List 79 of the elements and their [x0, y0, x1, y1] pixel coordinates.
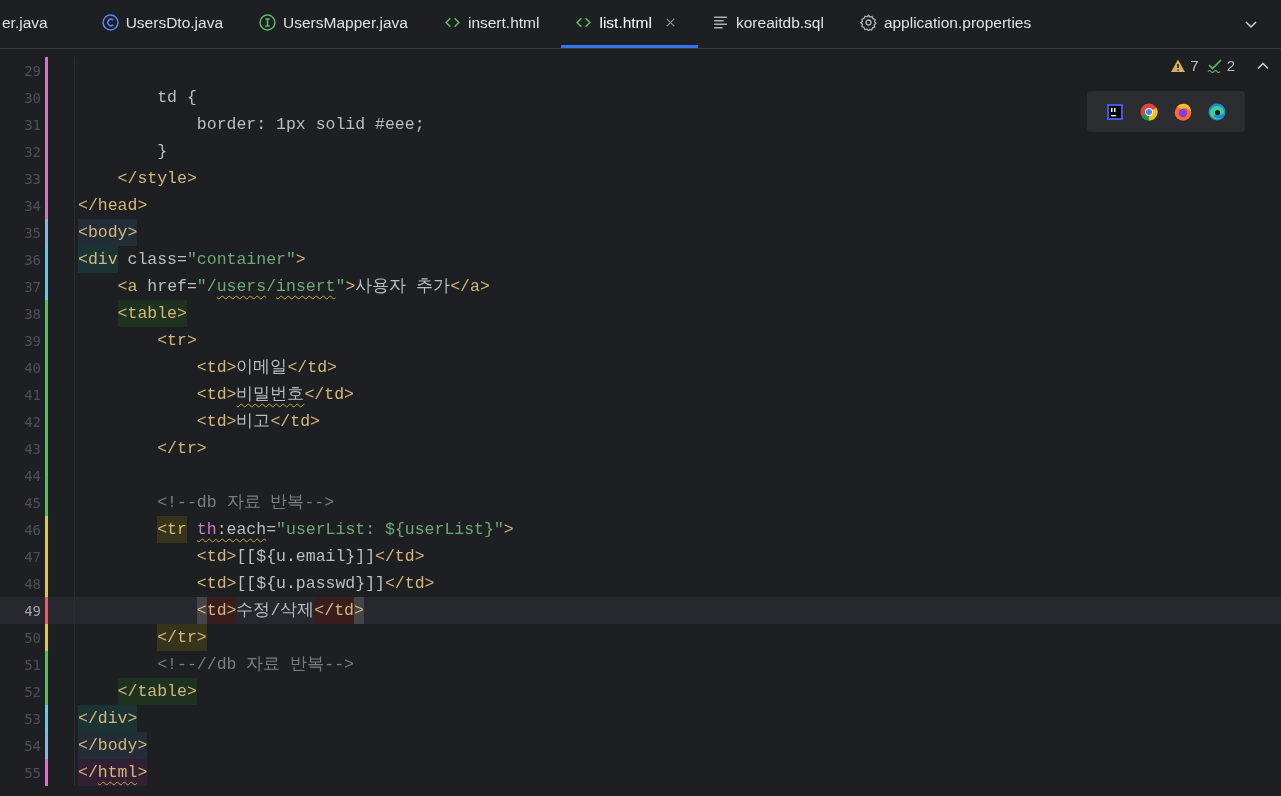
weak-warning-count: 2 — [1226, 57, 1235, 74]
html-tag: <td> — [196, 408, 237, 435]
chrome-browser-icon[interactable] — [1139, 101, 1159, 122]
html-tag: <body> — [78, 219, 138, 246]
string-literal: / — [266, 276, 277, 298]
settings-icon — [859, 14, 877, 31]
html-tag: </body> — [78, 732, 148, 759]
html-tag: < — [196, 597, 207, 624]
html-tag: </table> — [117, 678, 197, 705]
editor-tab[interactable]: list.html — [561, 0, 698, 48]
html-tag: </style> — [117, 165, 197, 192]
ide-logo-icon[interactable] — [1105, 101, 1125, 122]
html-tag: <tr — [157, 516, 187, 543]
code-text: 사용자 추가 — [355, 276, 451, 298]
html-tag: </head> — [78, 192, 148, 219]
css-code: } — [157, 141, 168, 163]
editor-tab[interactable]: UsersDto.java — [87, 0, 245, 48]
html-tag: </ — [78, 759, 98, 786]
string-literal: insert — [276, 276, 336, 298]
html-tag: </td> — [304, 381, 354, 408]
code-text: 수정/삭제 — [236, 600, 315, 622]
string-literal: " — [335, 276, 346, 298]
html-tag: </td> — [287, 354, 337, 381]
code-comment: <!--db 자료 반복--> — [157, 492, 335, 514]
text-file-icon — [712, 14, 729, 31]
class-icon — [101, 14, 119, 31]
html-tag: </td> — [270, 408, 320, 435]
html-tag: <a — [117, 273, 138, 300]
html-tag: <td> — [196, 381, 237, 408]
attribute-prefix: th — [196, 519, 217, 541]
html-tag: <td> — [196, 354, 237, 381]
editor-tab[interactable]: insert.html — [429, 0, 562, 48]
html-tag: > — [345, 273, 356, 300]
editor-tab[interactable]: koreaitdb.sql — [698, 0, 846, 48]
warning-icon[interactable] — [1170, 57, 1187, 74]
firefox-browser-icon[interactable] — [1173, 101, 1193, 122]
attribute-name: :each — [216, 519, 267, 541]
html-tag: > — [503, 516, 514, 543]
attribute-name: class= — [127, 249, 187, 271]
code-text: 이메일 — [236, 357, 288, 379]
html-tag: > — [353, 597, 364, 624]
code-text: 비고 — [236, 411, 271, 433]
warning-count: 7 — [1190, 57, 1199, 74]
string-literal: "userList: ${userList}" — [276, 519, 504, 541]
editor-tab[interactable]: UsersMapper.java — [245, 0, 430, 48]
html-tag: <table> — [117, 300, 187, 327]
html-tag: </td> — [384, 570, 435, 597]
attribute-name: href= — [147, 276, 197, 298]
html-tag: </div> — [78, 705, 138, 732]
html-tag: </tr> — [157, 624, 207, 651]
html-tag: > — [137, 759, 148, 786]
interface-icon — [259, 14, 276, 31]
html-tag: <td> — [196, 570, 237, 597]
html-tag: <div — [78, 246, 118, 273]
html-tag: td> — [206, 597, 237, 624]
code-comment: <!--//db 자료 반복--> — [157, 654, 354, 676]
code-text: [[${u.passwd}]] — [236, 573, 385, 595]
html-tag: </td> — [375, 543, 425, 570]
html-tag: </tr> — [157, 435, 207, 462]
css-code: border: 1px solid #eee; — [196, 114, 425, 136]
html-tag: </a> — [450, 273, 490, 300]
html-tag: <td> — [196, 543, 237, 570]
css-code: td { — [157, 87, 197, 109]
line-number: 49 — [23, 602, 41, 619]
html-tag: </td — [314, 597, 354, 624]
html-tag: <tr> — [157, 327, 197, 354]
code-text: 비밀번호 — [236, 384, 305, 406]
string-literal: "container" — [186, 249, 296, 271]
check-icon[interactable] — [1206, 57, 1223, 74]
code-text: [[${u.email}]] — [236, 546, 376, 568]
string-literal: "/ — [196, 276, 217, 298]
attribute-name: = — [266, 519, 277, 541]
close-icon[interactable] — [665, 17, 676, 28]
editor-tab[interactable]: application.properties — [845, 0, 1054, 48]
edge-browser-icon[interactable] — [1207, 101, 1227, 122]
html-tag: > — [295, 246, 306, 273]
html-tag: html — [97, 759, 138, 786]
string-literal: users — [216, 276, 267, 298]
editor-tab[interactable]: er.java — [0, 0, 88, 48]
